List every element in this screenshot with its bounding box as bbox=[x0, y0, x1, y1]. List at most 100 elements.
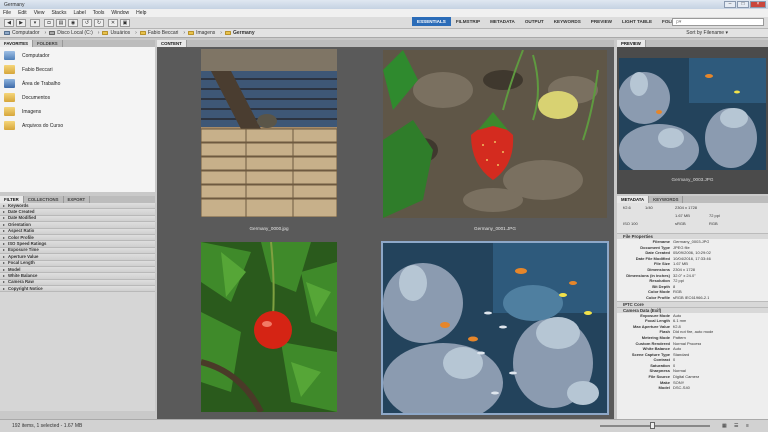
back-button[interactable]: ◀ bbox=[4, 19, 14, 27]
desktop-icon bbox=[4, 79, 15, 88]
title-bar: Germany – □ × bbox=[0, 0, 768, 9]
file-properties-list: Filename Germany_0003.JPG Document Type JPE… bbox=[617, 239, 768, 301]
minimize-button[interactable]: – bbox=[724, 1, 736, 8]
menu-file[interactable]: File bbox=[3, 10, 11, 16]
metadata-key: Model bbox=[658, 385, 670, 391]
slider-knob[interactable] bbox=[650, 422, 655, 429]
aquarium-photo bbox=[383, 243, 607, 413]
tab-export[interactable]: EXPORT bbox=[64, 196, 91, 203]
rotate-right-icon[interactable]: ↻ bbox=[94, 19, 104, 27]
folder-icon bbox=[188, 31, 195, 35]
tab-favorites[interactable]: FAVORITES bbox=[0, 40, 34, 47]
favorite-item[interactable]: Imagens bbox=[4, 107, 41, 116]
camera-icon[interactable]: ◘ bbox=[44, 19, 54, 27]
filter-copyright[interactable]: Copyright Notice bbox=[0, 286, 155, 293]
menu-stacks[interactable]: Stacks bbox=[51, 10, 66, 16]
workspace-keywords[interactable]: KEYWORDS bbox=[549, 17, 586, 26]
favorite-item[interactable]: Arquivos do Curso bbox=[4, 121, 63, 130]
workspace-essentials[interactable]: ESSENTIALS bbox=[412, 17, 451, 26]
thumbnail[interactable] bbox=[201, 242, 337, 412]
metadata-value: Standard bbox=[673, 351, 690, 357]
tab-metadata[interactable]: METADATA bbox=[617, 196, 650, 203]
workspace-preview[interactable]: PREVIEW bbox=[586, 17, 617, 26]
expand-icon bbox=[3, 255, 5, 258]
tab-preview[interactable]: PREVIEW bbox=[617, 40, 646, 47]
filesize-value: 1.67 MB bbox=[675, 213, 690, 218]
menu-edit[interactable]: Edit bbox=[18, 10, 27, 16]
open-in-camera-raw-icon[interactable]: ◉ bbox=[68, 19, 78, 27]
workspace-output[interactable]: OUTPUT bbox=[520, 17, 549, 26]
maximize-button[interactable]: □ bbox=[737, 1, 749, 8]
menu-bar: File Edit View Stacks Label Tools Window… bbox=[0, 9, 768, 17]
menu-window[interactable]: Window bbox=[111, 10, 129, 16]
menu-view[interactable]: View bbox=[34, 10, 45, 16]
workspace-metadata[interactable]: METADATA bbox=[485, 17, 520, 26]
metadata-value: DSC-S40 bbox=[673, 385, 690, 391]
tab-folders[interactable]: FOLDERS bbox=[33, 40, 63, 47]
workspace-light-table[interactable]: LIGHT TABLE bbox=[617, 17, 657, 26]
workspace-switcher: ESSENTIALS FILMSTRIP METADATA OUTPUT KEY… bbox=[412, 17, 689, 26]
preview-panel: Germany_0003.JPG bbox=[617, 47, 768, 194]
list-view-icon[interactable]: ≡ bbox=[746, 420, 749, 432]
menu-tools[interactable]: Tools bbox=[93, 10, 105, 16]
breadcrumb-item[interactable]: Germany bbox=[224, 30, 255, 36]
preview-caption: Germany_0003.JPG bbox=[671, 177, 714, 182]
metadata-tabs: METADATA KEYWORDS bbox=[617, 196, 768, 203]
thumbnail[interactable] bbox=[201, 49, 337, 217]
expand-icon bbox=[3, 287, 5, 290]
details-view-icon[interactable]: ☰ bbox=[734, 420, 738, 432]
left-panel-tabs: FAVORITES FOLDERS bbox=[0, 40, 155, 47]
thumbnail[interactable] bbox=[383, 50, 607, 218]
search-input[interactable]: ρ▾ bbox=[672, 18, 764, 26]
tab-keywords[interactable]: KEYWORDS bbox=[649, 196, 684, 203]
breadcrumb-item[interactable]: Fabio Beccari bbox=[139, 30, 178, 36]
menu-help[interactable]: Help bbox=[136, 10, 146, 16]
cherry-photo bbox=[201, 242, 337, 412]
menu-label[interactable]: Label bbox=[73, 10, 85, 16]
content-panel: Germany_0000.jpg Germany_0001.JPG bbox=[157, 47, 614, 419]
workspace-filmstrip[interactable]: FILMSTRIP bbox=[451, 17, 485, 26]
tab-collections[interactable]: COLLECTIONS bbox=[24, 196, 64, 203]
documents-icon bbox=[4, 93, 15, 102]
strawberry-photo bbox=[383, 50, 607, 218]
delete-icon[interactable]: ✕ bbox=[108, 19, 118, 27]
status-text: 192 items, 1 selected - 1.67 MB bbox=[12, 423, 83, 429]
expand-icon bbox=[3, 211, 5, 214]
expand-icon bbox=[3, 268, 5, 271]
ppi-value: 72 ppi bbox=[709, 213, 720, 218]
pictures-icon bbox=[4, 107, 15, 116]
recent-folder-icon[interactable]: ▾ bbox=[30, 19, 40, 27]
breadcrumb-item[interactable]: Imagens bbox=[188, 30, 215, 36]
drive-icon bbox=[49, 31, 56, 35]
thumbnail-size-slider[interactable] bbox=[600, 425, 710, 427]
mode-value: RGB bbox=[709, 221, 718, 226]
new-folder-icon[interactable]: ▣ bbox=[120, 19, 130, 27]
folder-icon bbox=[139, 31, 146, 35]
sort-dropdown[interactable]: Sort by Filename ▾ bbox=[686, 29, 728, 38]
preview-image bbox=[619, 58, 766, 170]
status-bar: 192 items, 1 selected - 1.67 MB ▦ ☰ ≡ bbox=[0, 419, 768, 432]
refine-icon[interactable]: ▤ bbox=[56, 19, 66, 27]
favorite-item[interactable]: Área de Trabalho bbox=[4, 79, 60, 88]
expand-icon bbox=[3, 243, 5, 246]
breadcrumb-item[interactable]: Disco Local (C:) bbox=[49, 30, 93, 36]
iso-value: ISO 100 bbox=[623, 221, 638, 226]
metadata-row: Model DSC-S40 bbox=[617, 385, 768, 391]
rotate-left-icon[interactable]: ↺ bbox=[82, 19, 92, 27]
expand-icon bbox=[3, 204, 5, 207]
forward-button[interactable]: ▶ bbox=[16, 19, 26, 27]
computer-icon bbox=[4, 31, 10, 35]
folder-icon bbox=[102, 31, 109, 35]
expand-icon bbox=[3, 236, 5, 239]
preview-tabs: PREVIEW bbox=[617, 40, 768, 47]
grid-view-icon[interactable]: ▦ bbox=[722, 420, 727, 432]
breadcrumb-item[interactable]: Usuários bbox=[102, 30, 130, 36]
favorite-item[interactable]: Fabio Beccari bbox=[4, 65, 53, 74]
favorite-item[interactable]: Documentos bbox=[4, 93, 50, 102]
close-button[interactable]: × bbox=[750, 1, 766, 8]
tab-content[interactable]: CONTENT bbox=[157, 40, 187, 47]
thumbnail-selected[interactable] bbox=[381, 241, 609, 415]
favorite-item[interactable]: Computador bbox=[4, 51, 50, 60]
profile-value: sRGB bbox=[675, 221, 686, 226]
breadcrumb-item[interactable]: Computador bbox=[4, 30, 40, 36]
